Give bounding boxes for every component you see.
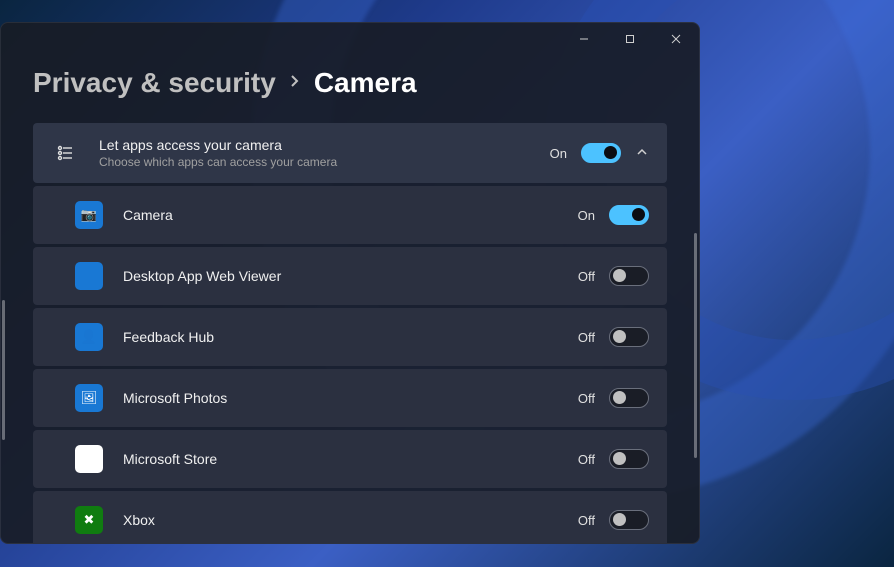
app-name-label: Feedback Hub (123, 329, 578, 345)
app-name-label: Microsoft Photos (123, 390, 578, 406)
chevron-up-icon[interactable] (635, 146, 649, 161)
app-row[interactable]: 🖼 Microsoft PhotosOff (33, 369, 667, 427)
setting-description: Choose which apps can access your camera (99, 155, 550, 169)
titlebar (1, 23, 699, 59)
chevron-right-icon (290, 74, 300, 93)
toggle-state-label: Off (578, 330, 595, 345)
app-name-label: Desktop App Web Viewer (123, 268, 578, 284)
app-row[interactable]: ✖ XboxOff (33, 491, 667, 544)
app-icon: ✖ (75, 506, 103, 534)
toggle-state-label: On (578, 208, 595, 223)
toggle-state-label: Off (578, 391, 595, 406)
app-row[interactable]: 👤 Feedback HubOff (33, 308, 667, 366)
settings-list: Let apps access your camera Choose which… (33, 123, 667, 544)
app-toggle[interactable] (609, 327, 649, 347)
app-name-label: Camera (123, 207, 578, 223)
minimize-button[interactable] (561, 23, 607, 55)
app-row[interactable]: Desktop App Web ViewerOff (33, 247, 667, 305)
setting-title: Let apps access your camera (99, 137, 550, 153)
list-settings-icon (51, 139, 79, 167)
settings-window: Privacy & security Camera Let apps acces… (0, 22, 700, 544)
toggle-state-label: Off (578, 513, 595, 528)
app-toggle[interactable] (609, 266, 649, 286)
toggle-state-label: Off (578, 452, 595, 467)
page-title: Camera (314, 67, 417, 99)
let-apps-access-camera-toggle[interactable] (581, 143, 621, 163)
app-toggle[interactable] (609, 449, 649, 469)
breadcrumb: Privacy & security Camera (33, 67, 667, 99)
let-apps-access-camera-row[interactable]: Let apps access your camera Choose which… (33, 123, 667, 183)
app-toggle[interactable] (609, 388, 649, 408)
app-icon: 🛍 (75, 445, 103, 473)
app-toggle[interactable] (609, 510, 649, 530)
maximize-button[interactable] (607, 23, 653, 55)
toggle-state-label: On (550, 146, 567, 161)
toggle-state-label: Off (578, 269, 595, 284)
app-name-label: Microsoft Store (123, 451, 578, 467)
app-icon (75, 262, 103, 290)
app-toggle[interactable] (609, 205, 649, 225)
close-button[interactable] (653, 23, 699, 55)
app-icon: 🖼 (75, 384, 103, 412)
breadcrumb-parent[interactable]: Privacy & security (33, 67, 276, 99)
scroll-indicator (2, 300, 5, 440)
app-row[interactable]: 📷 CameraOn (33, 186, 667, 244)
app-icon: 📷 (75, 201, 103, 229)
app-name-label: Xbox (123, 512, 578, 528)
scrollbar[interactable] (694, 233, 697, 458)
app-row[interactable]: 🛍 Microsoft StoreOff (33, 430, 667, 488)
app-icon: 👤 (75, 323, 103, 351)
